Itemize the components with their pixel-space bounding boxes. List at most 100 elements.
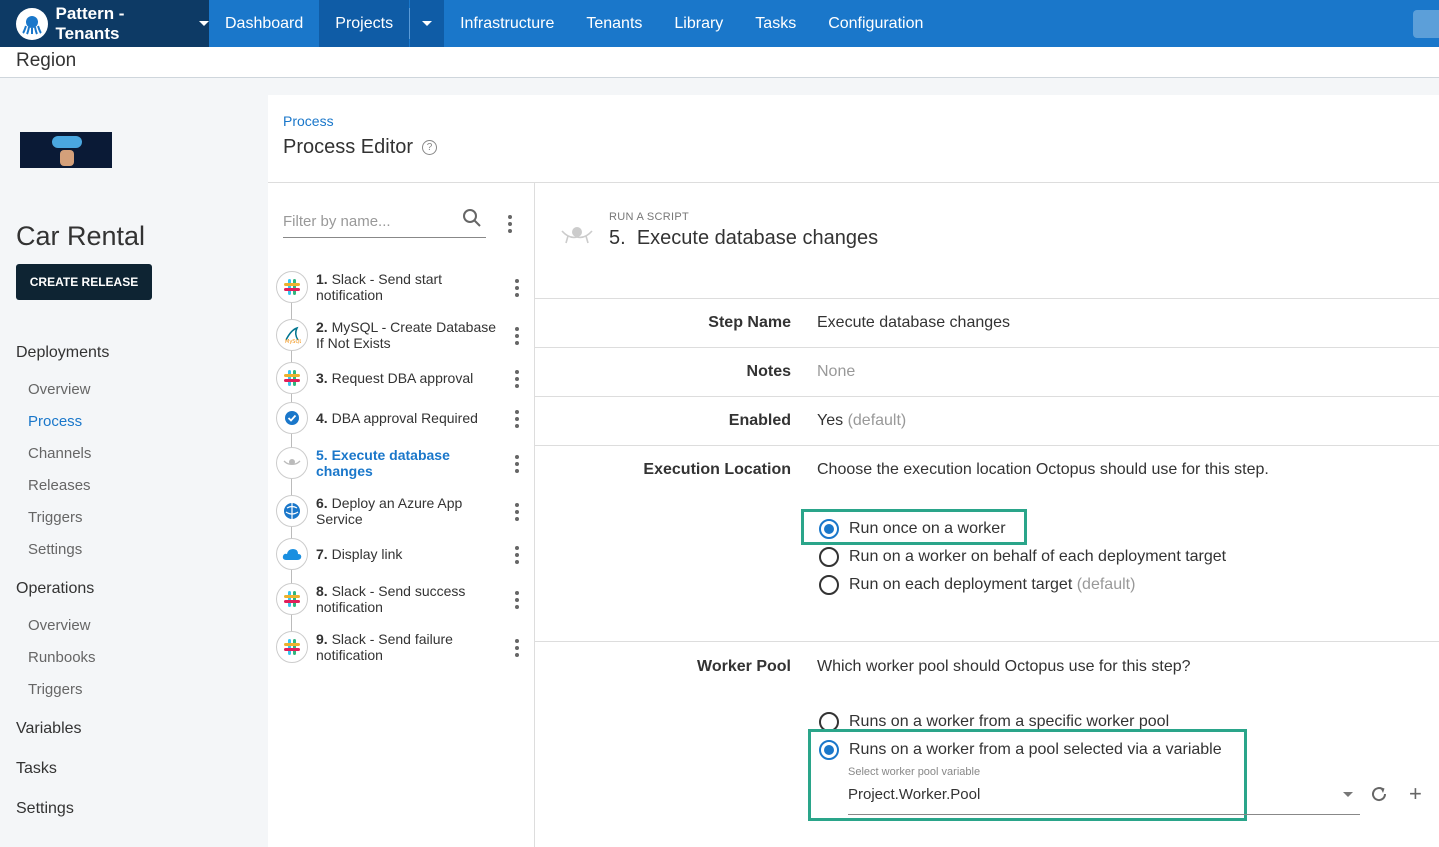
space-switcher[interactable]: Pattern - Tenants	[0, 0, 209, 47]
sidebar-section-tasks[interactable]: Tasks	[16, 760, 57, 778]
sidebar-section-deployments[interactable]: Deployments	[16, 344, 109, 362]
worker-pool-label: Worker Pool	[697, 658, 791, 675]
radio-run-on-behalf-each-target[interactable]: Run on a worker on behalf of each deploy…	[819, 547, 1226, 567]
divider	[535, 347, 1439, 348]
enabled-value[interactable]: Yes (default)	[817, 412, 906, 430]
global-search-input[interactable]	[1413, 10, 1439, 38]
step-menu-icon[interactable]	[515, 503, 519, 521]
worker-pool-desc: Which worker pool should Octopus use for…	[817, 658, 1191, 675]
step-menu-icon[interactable]	[515, 370, 519, 388]
radio-run-once-on-worker[interactable]: Run once on a worker	[819, 519, 1006, 539]
chevron-down-icon[interactable]	[1343, 792, 1353, 797]
project-title: Car Rental	[16, 221, 146, 251]
step-type-label: RUN A SCRIPT	[609, 211, 690, 223]
step-label: 4. DBA approval Required	[316, 410, 478, 426]
sidebar-item-runbooks[interactable]: Runbooks	[28, 649, 96, 666]
projects-dropdown-button[interactable]	[410, 0, 445, 47]
step-menu-icon[interactable]	[515, 546, 519, 564]
step-label: 1. Slack - Send start notification	[316, 271, 443, 303]
project-sidebar: Car Rental CREATE RELEASE Deployments Ov…	[0, 79, 267, 847]
step-menu-icon[interactable]	[515, 639, 519, 657]
radio-run-on-each-target[interactable]: Run on each deployment target (default)	[819, 575, 1135, 595]
chevron-down-icon	[199, 21, 209, 26]
filter-menu-icon[interactable]	[508, 215, 512, 233]
create-release-button[interactable]: CREATE RELEASE	[16, 264, 152, 300]
step-name-value[interactable]: Execute database changes	[817, 314, 1010, 332]
sidebar-item-triggers[interactable]: Triggers	[28, 509, 82, 526]
worker-pool-variable-select[interactable]: Project.Worker.Pool	[848, 786, 980, 803]
slack-icon	[276, 631, 308, 663]
radio-pool-via-variable[interactable]: Runs on a worker from a pool selected vi…	[819, 740, 1222, 760]
nav-library[interactable]: Library	[658, 0, 739, 47]
sidebar-item-overview[interactable]: Overview	[28, 381, 91, 398]
step-menu-icon[interactable]	[515, 279, 519, 297]
step-label: 5. Execute database changes	[316, 447, 450, 479]
filter-input[interactable]	[283, 213, 453, 230]
execution-location-label: Execution Location	[643, 461, 791, 478]
slack-icon	[276, 271, 308, 303]
add-icon[interactable]: +	[1409, 783, 1422, 805]
azure-cloud-icon	[276, 538, 308, 570]
sidebar-item-ops-triggers[interactable]: Triggers	[28, 681, 82, 698]
search-icon[interactable]	[462, 208, 482, 228]
select-underline	[848, 814, 1360, 815]
page-title-text: Process Editor	[283, 136, 414, 158]
divider	[535, 298, 1439, 299]
check-circle-icon	[276, 402, 308, 434]
step-label: 8. Slack - Send success notification	[316, 583, 466, 615]
notes-label: Notes	[746, 363, 791, 380]
sidebar-item-releases[interactable]: Releases	[28, 477, 91, 494]
step-menu-icon[interactable]	[515, 591, 519, 609]
octopus-icon	[276, 447, 308, 479]
step-label: 3. Request DBA approval	[316, 370, 474, 386]
sidebar-item-ops-overview[interactable]: Overview	[28, 617, 91, 634]
project-header: Region	[0, 47, 1439, 78]
space-name: Pattern - Tenants	[55, 3, 125, 43]
step-menu-icon[interactable]	[515, 410, 519, 428]
notes-value[interactable]: None	[817, 363, 855, 381]
step-label: 9. Slack - Send failure notification	[316, 631, 453, 663]
step-menu-icon[interactable]	[515, 455, 519, 473]
octopus-icon	[561, 227, 593, 244]
region-label: Region	[16, 50, 77, 71]
help-icon[interactable]: ?	[422, 140, 438, 155]
step-label: 6. Deploy an Azure App Service	[316, 495, 463, 527]
slack-icon	[276, 583, 308, 615]
chevron-down-icon	[422, 21, 433, 26]
nav-projects[interactable]: Projects	[319, 0, 410, 47]
project-logo	[20, 132, 112, 168]
page-title: Process Editor ?	[283, 136, 438, 159]
nav-tenants[interactable]: Tenants	[570, 0, 658, 47]
divider	[534, 183, 535, 847]
nav-configuration[interactable]: Configuration	[812, 0, 939, 47]
divider	[535, 641, 1439, 642]
top-navigation: Pattern - Tenants Dashboard Projects Inf…	[0, 0, 1439, 47]
enabled-label: Enabled	[728, 412, 791, 429]
divider	[535, 445, 1439, 446]
sidebar-item-process[interactable]: Process	[28, 413, 82, 430]
nav-dashboard[interactable]: Dashboard	[209, 0, 319, 47]
divider	[535, 396, 1439, 397]
azure-web-icon	[276, 495, 308, 527]
step-label: 7. Display link	[316, 546, 403, 562]
sidebar-section-variables[interactable]: Variables	[16, 720, 82, 738]
nav-infrastructure[interactable]: Infrastructure	[444, 0, 570, 47]
process-editor-card: Process Process Editor ? 1. Slack - Send…	[268, 95, 1439, 847]
sidebar-section-operations[interactable]: Operations	[16, 580, 94, 598]
slack-icon	[276, 362, 308, 394]
step-name-label: Step Name	[708, 314, 791, 331]
refresh-icon[interactable]	[1369, 784, 1389, 804]
nav-tasks[interactable]: Tasks	[739, 0, 812, 47]
sidebar-section-settings[interactable]: Settings	[16, 800, 74, 818]
sidebar-item-settings[interactable]: Settings	[28, 541, 82, 558]
execution-location-desc: Choose the execution location Octopus sh…	[817, 461, 1269, 478]
step-menu-icon[interactable]	[515, 327, 519, 345]
mysql-icon: MySQL	[276, 319, 308, 351]
step-label: 2. MySQL - Create Database If Not Exists	[316, 319, 497, 351]
breadcrumb[interactable]: Process	[283, 113, 334, 129]
divider	[268, 182, 1439, 183]
sidebar-item-channels[interactable]: Channels	[28, 445, 91, 462]
svg-text:MySQL: MySQL	[285, 339, 301, 344]
octopus-logo-icon	[16, 7, 48, 40]
step-filter	[283, 206, 486, 238]
